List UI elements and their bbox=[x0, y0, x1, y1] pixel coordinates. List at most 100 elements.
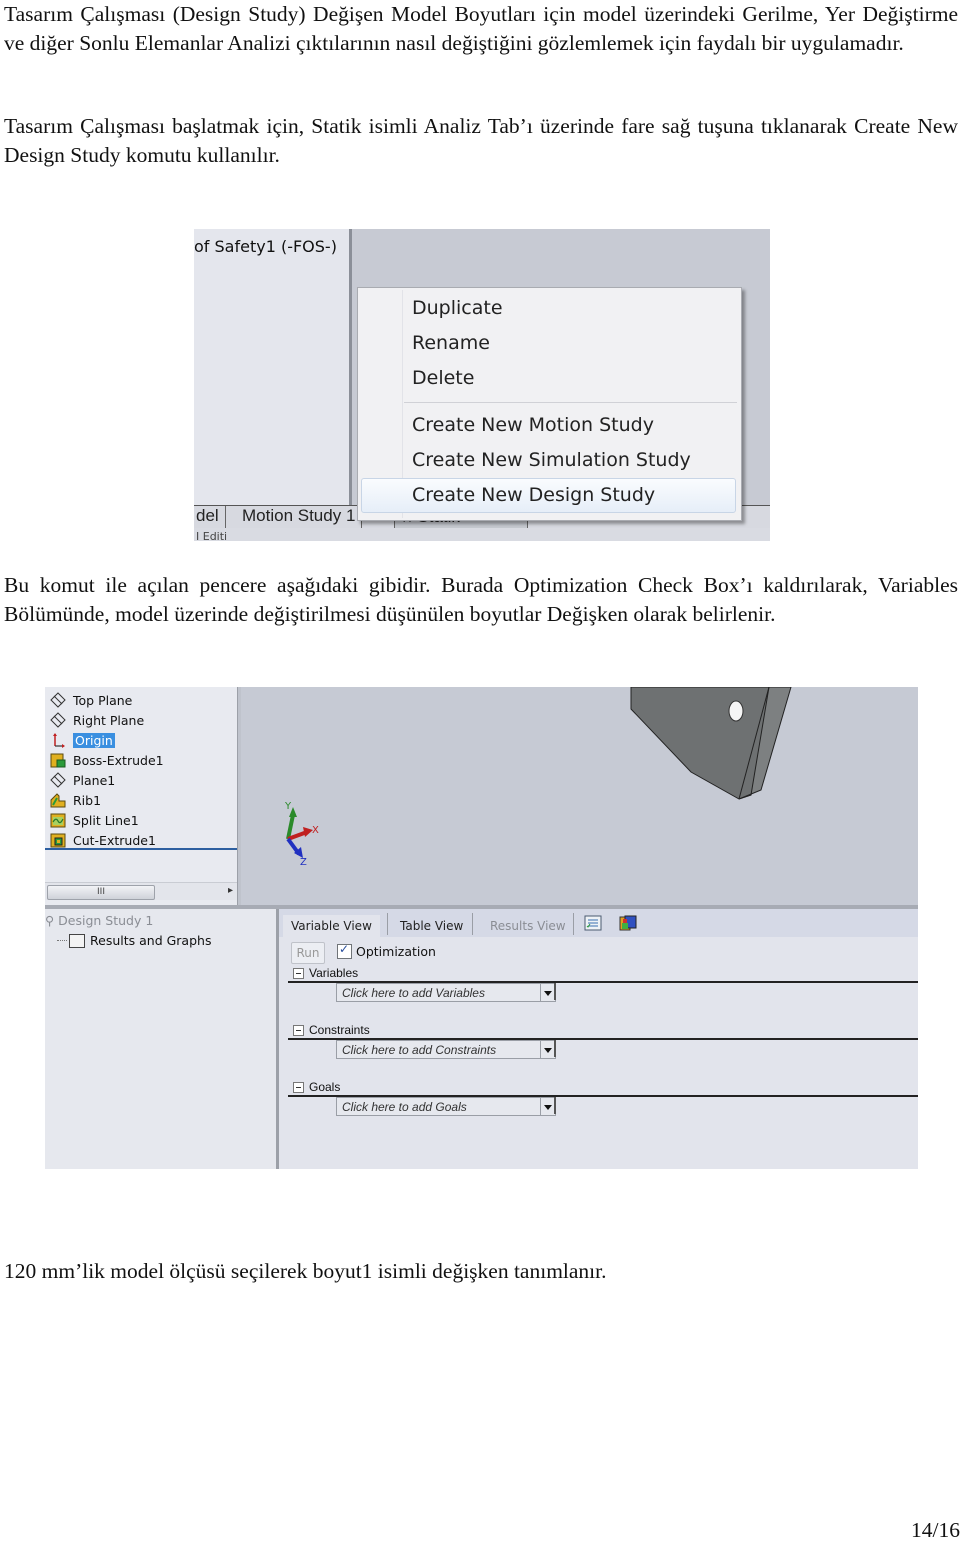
goals-section-header[interactable]: Goals bbox=[293, 1080, 340, 1094]
menu-item-create-simulation-study[interactable]: Create New Simulation Study bbox=[412, 444, 691, 476]
menu-item-create-motion-study[interactable]: Create New Motion Study bbox=[412, 409, 654, 441]
add-constraints-combo[interactable]: Click here to add Constraints bbox=[336, 1040, 556, 1059]
axis-triad-icon: Y X Z bbox=[284, 801, 319, 868]
tab-divider bbox=[573, 913, 574, 935]
tree-item-label: Rib1 bbox=[73, 792, 102, 808]
tab-motion-study[interactable]: Motion Study 1 bbox=[236, 506, 363, 528]
options-list-icon[interactable] bbox=[584, 915, 602, 931]
study-tree: ⚲ Design Study 1 Results and Graphs bbox=[45, 909, 276, 1169]
combo-placeholder: Click here to add Variables bbox=[342, 985, 485, 1000]
rib-icon bbox=[49, 791, 67, 809]
tab-variable-view[interactable]: Variable View bbox=[283, 915, 380, 937]
tree-item-label: Split Line1 bbox=[73, 812, 139, 828]
combo-placeholder: Click here to add Goals bbox=[342, 1099, 467, 1114]
context-menu-screenshot: of Safety1 (-FOS-) del Motion Study 1 ⚒ … bbox=[194, 229, 770, 541]
plane-icon bbox=[49, 691, 67, 709]
tree-item-split-line1[interactable]: Split Line1 bbox=[49, 810, 139, 830]
triad-y-label: Y bbox=[284, 801, 292, 812]
results-and-graphs-label: Results and Graphs bbox=[90, 933, 212, 948]
report-icon[interactable] bbox=[619, 915, 637, 931]
tab-model[interactable]: del bbox=[194, 506, 226, 528]
menu-item-rename[interactable]: Rename bbox=[412, 327, 490, 359]
plane-icon bbox=[49, 771, 67, 789]
section-title: Constraints bbox=[309, 1023, 370, 1037]
design-study-screenshot: Top Plane Right Plane Origin Boss-Extrud… bbox=[45, 687, 918, 1169]
split-line-icon bbox=[49, 811, 67, 829]
view-tabs: Variable View Table View Results View bbox=[279, 909, 918, 937]
tab-table-view[interactable]: Table View bbox=[400, 915, 463, 937]
tree-item-cut-extrude1[interactable]: Cut-Extrude1 bbox=[49, 830, 156, 850]
checkbox-checked-icon[interactable] bbox=[337, 942, 352, 959]
tree-item-top-plane[interactable]: Top Plane bbox=[49, 690, 132, 710]
variables-section-header[interactable]: Variables bbox=[293, 966, 358, 980]
dropdown-arrow-icon[interactable] bbox=[540, 1041, 555, 1058]
boss-extrude-icon bbox=[49, 751, 67, 769]
column-edge bbox=[554, 1097, 556, 1114]
section-title: Goals bbox=[309, 1080, 341, 1094]
horizontal-scrollbar[interactable]: III ▸ bbox=[45, 882, 237, 900]
tree-item-label: Top Plane bbox=[73, 692, 133, 708]
status-text: I Editi bbox=[196, 530, 228, 541]
status-bar: I Editi bbox=[194, 528, 770, 541]
constraints-section-header[interactable]: Constraints bbox=[293, 1023, 370, 1037]
hole bbox=[728, 700, 744, 722]
menu-item-delete[interactable]: Delete bbox=[412, 362, 474, 394]
scrollbar-thumb[interactable]: III bbox=[47, 885, 155, 900]
plane-icon bbox=[49, 711, 67, 729]
origin-icon bbox=[49, 731, 67, 749]
add-variables-combo[interactable]: Click here to add Variables bbox=[336, 983, 556, 1002]
menu-item-create-design-study[interactable]: Create New Design Study bbox=[412, 479, 655, 511]
graphics-viewport[interactable]: Y X Z bbox=[241, 687, 918, 905]
cut-extrude-icon bbox=[49, 831, 67, 849]
tree-item-factor-of-safety[interactable]: of Safety1 (-FOS-) bbox=[194, 237, 337, 256]
column-edge bbox=[554, 983, 556, 1000]
tab-results-view[interactable]: Results View bbox=[490, 915, 566, 937]
triad-z-label: Z bbox=[300, 857, 307, 868]
simulation-tree-pane: of Safety1 (-FOS-) bbox=[194, 229, 352, 505]
tab-divider bbox=[387, 913, 388, 935]
tree-item-label: Right Plane bbox=[73, 712, 145, 728]
folder-icon bbox=[69, 933, 85, 948]
tree-connector bbox=[57, 940, 67, 941]
run-button[interactable]: Run bbox=[291, 942, 325, 964]
collapse-icon[interactable] bbox=[293, 1081, 304, 1093]
column-edge bbox=[554, 1040, 556, 1057]
rollback-bar[interactable] bbox=[45, 848, 237, 850]
feature-tree: Top Plane Right Plane Origin Boss-Extrud… bbox=[45, 687, 237, 905]
page-number: 14/16 bbox=[911, 1518, 960, 1542]
tree-item-label: Origin bbox=[73, 732, 115, 748]
dropdown-arrow-icon[interactable] bbox=[540, 984, 555, 1001]
tree-item-origin[interactable]: Origin bbox=[49, 730, 115, 750]
collapse-icon[interactable] bbox=[293, 967, 304, 979]
part-model bbox=[630, 687, 792, 800]
collapse-icon[interactable] bbox=[293, 1024, 304, 1036]
context-menu: Duplicate Rename Delete Create New Motio… bbox=[357, 287, 742, 521]
results-and-graphs-node[interactable]: Results and Graphs bbox=[57, 933, 211, 948]
menu-item-duplicate[interactable]: Duplicate bbox=[412, 292, 503, 324]
triad-x-label: X bbox=[312, 825, 319, 836]
tree-item-boss-extrude1[interactable]: Boss-Extrude1 bbox=[49, 750, 164, 770]
model-view: Y X Z bbox=[284, 687, 792, 868]
combo-placeholder: Click here to add Constraints bbox=[342, 1042, 497, 1057]
tree-item-label: Plane1 bbox=[73, 772, 116, 788]
dropdown-arrow-icon[interactable] bbox=[540, 1098, 555, 1115]
tree-item-rib1[interactable]: Rib1 bbox=[49, 790, 101, 810]
start-paragraph: Tasarım Çalışması başlatmak için, Statik… bbox=[4, 114, 958, 167]
intro-paragraph: Tasarım Çalışması (Design Study) Değişen… bbox=[4, 2, 958, 55]
tree-item-label: Cut-Extrude1 bbox=[73, 832, 156, 848]
design-study-label: Design Study 1 bbox=[58, 913, 154, 928]
design-study-icon: ⚲ bbox=[45, 913, 55, 928]
window-paragraph: Bu komut ile açılan pencere aşağıdaki gi… bbox=[4, 573, 958, 626]
tree-item-plane1[interactable]: Plane1 bbox=[49, 770, 115, 790]
variable-paragraph: 120 mm’lik model ölçüsü seçilerek boyut1… bbox=[4, 1259, 607, 1283]
optimization-checkbox[interactable]: Optimization bbox=[337, 942, 436, 959]
add-goals-combo[interactable]: Click here to add Goals bbox=[336, 1097, 556, 1116]
optimization-label: Optimization bbox=[356, 944, 436, 959]
tab-divider bbox=[472, 913, 473, 935]
scroll-right-icon[interactable]: ▸ bbox=[228, 885, 233, 896]
tree-item-right-plane[interactable]: Right Plane bbox=[49, 710, 144, 730]
design-study-node[interactable]: ⚲ Design Study 1 bbox=[45, 913, 153, 928]
design-study-panel: Variable View Table View Results View Ru… bbox=[279, 909, 918, 1169]
section-title: Variables bbox=[309, 966, 359, 980]
menu-separator bbox=[404, 402, 737, 403]
